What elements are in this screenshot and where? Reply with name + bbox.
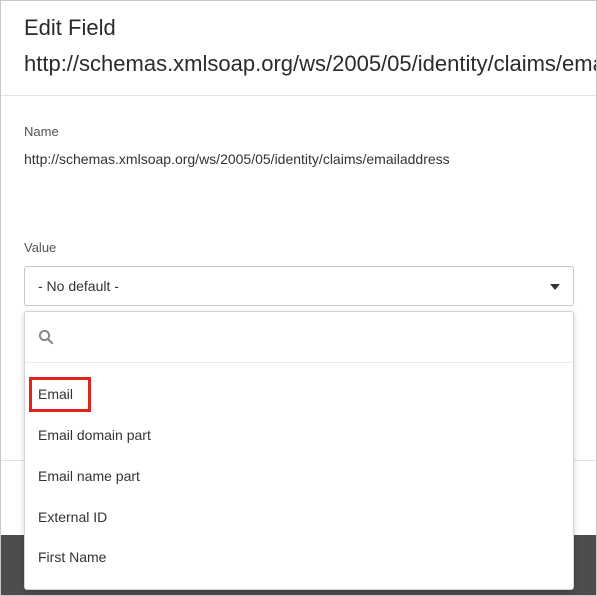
option-label: First Name [38,549,107,565]
dropdown-search-input[interactable] [63,322,563,352]
option-label: Email [38,386,74,402]
search-icon [38,329,54,345]
dialog-subtitle: http://schemas.xmlsoap.org/ws/2005/05/id… [24,51,597,76]
value-label: Value [24,240,57,255]
dropdown-option-email-domain-part[interactable]: Email domain part [25,415,573,456]
option-label: External ID [38,509,108,525]
value-dropdown-menu: Email Email domain part Email name part … [24,311,574,590]
name-value: http://schemas.xmlsoap.org/ws/2005/05/id… [24,151,450,167]
name-label: Name [24,124,59,139]
dropdown-option-email-name-part[interactable]: Email name part [25,456,573,497]
dialog-title: Edit Field [24,15,116,40]
dropdown-search-row [25,312,573,363]
edit-field-dialog: Edit Field http://schemas.xmlsoap.org/ws… [0,0,597,596]
value-select[interactable]: - No default - [24,266,574,306]
dropdown-option-email[interactable]: Email [25,374,573,415]
chevron-down-icon [550,284,560,290]
dropdown-option-first-name[interactable]: First Name [25,537,573,578]
dropdown-option-external-id[interactable]: External ID [25,497,573,538]
value-select-current: - No default - [38,278,119,294]
option-label: Email name part [38,468,140,484]
dialog-header: Edit Field http://schemas.xmlsoap.org/ws… [1,1,597,96]
option-label: Email domain part [38,427,151,443]
